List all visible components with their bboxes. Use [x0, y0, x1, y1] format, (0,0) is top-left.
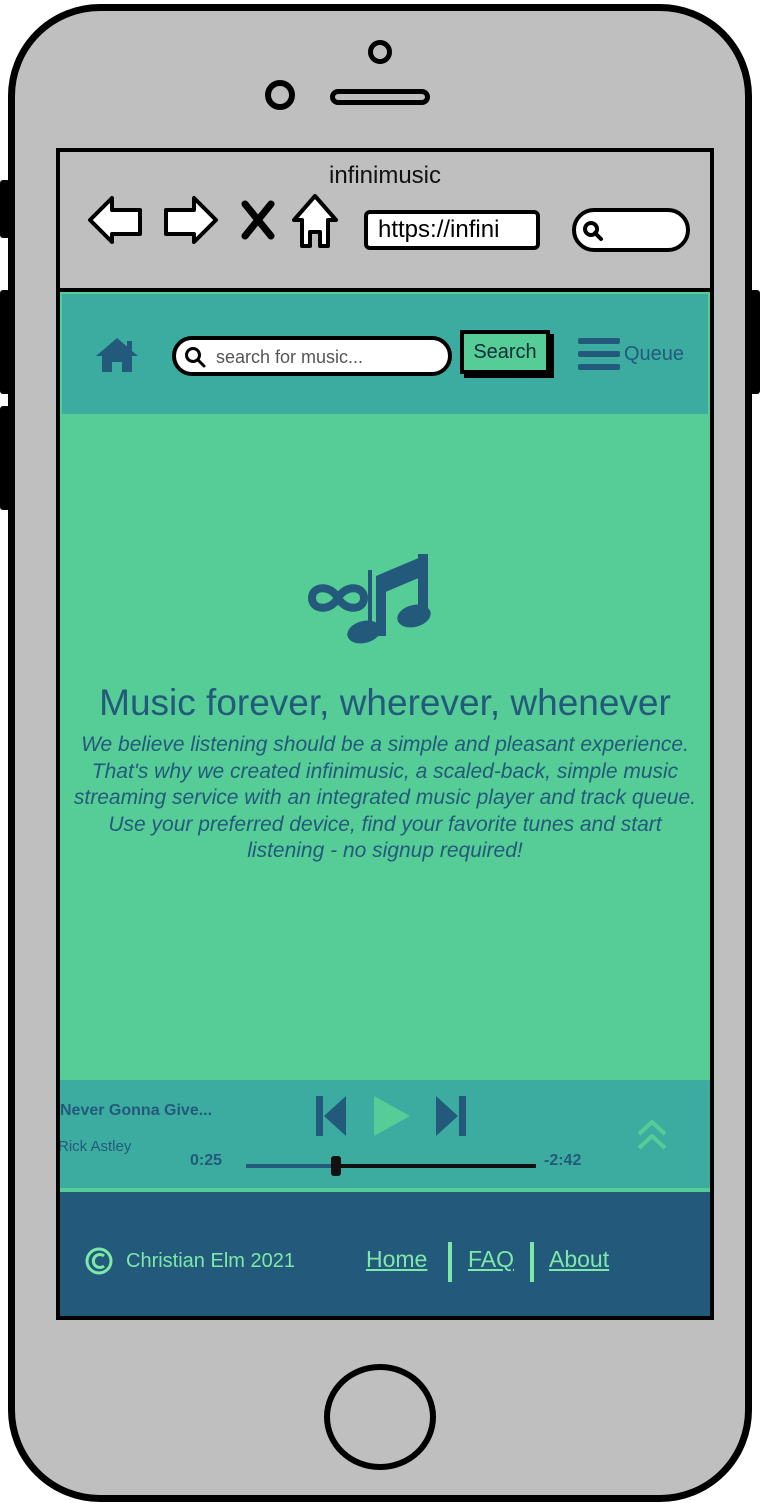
phone-side-button — [0, 180, 10, 238]
expand-up-icon[interactable] — [636, 1118, 668, 1152]
queue-label: Queue — [624, 342, 685, 365]
footer-link-about[interactable]: About — [549, 1246, 609, 1273]
app-header: Search Queue — [62, 294, 708, 414]
footer-link-faq[interactable]: FAQ — [468, 1246, 514, 1273]
play-icon[interactable] — [372, 1094, 412, 1138]
search-button[interactable]: Search — [460, 330, 550, 374]
browser-title: infinimusic — [328, 162, 442, 189]
skip-back-icon[interactable] — [316, 1094, 348, 1138]
phone-side-button — [0, 406, 10, 510]
url-field[interactable]: https://infini — [364, 210, 540, 250]
music-search-field[interactable] — [172, 336, 452, 376]
back-arrow-icon[interactable] — [86, 192, 146, 248]
progress-thumb[interactable] — [330, 1156, 341, 1176]
search-icon — [583, 221, 603, 241]
queue-button[interactable]: Queue — [578, 334, 684, 374]
footer: Christian Elm 2021 Home FAQ About — [60, 1192, 710, 1316]
elapsed-time: 0:25 — [190, 1152, 223, 1169]
music-player: Never Gonna Give... Rick Astley 0:25 -2:… — [60, 1080, 710, 1188]
footer-copyright: Christian Elm 2021 — [126, 1250, 295, 1272]
infinity-music-note-icon — [308, 554, 431, 644]
phone-screen: infinimusic https://infini search for mu… — [56, 148, 714, 1320]
phone-side-button — [0, 290, 10, 394]
close-icon[interactable] — [240, 200, 276, 240]
footer-link-home[interactable]: Home — [366, 1246, 427, 1273]
hamburger-menu-icon — [578, 338, 620, 370]
phone-speaker — [330, 89, 430, 105]
forward-arrow-icon[interactable] — [160, 192, 220, 248]
phone-camera — [265, 80, 295, 110]
skip-forward-icon[interactable] — [434, 1094, 466, 1138]
search-icon — [185, 347, 206, 368]
search-input[interactable] — [214, 340, 448, 374]
home-icon[interactable] — [290, 192, 340, 250]
progress-bar[interactable] — [246, 1156, 536, 1176]
track-artist: Rick Astley — [58, 1138, 132, 1155]
browser-bar: infinimusic https://infini — [60, 152, 710, 292]
browser-search-field[interactable] — [572, 208, 690, 252]
hero-title: Music forever, wherever, whenever — [99, 682, 671, 723]
footer-divider — [530, 1242, 534, 1282]
home-icon[interactable] — [94, 336, 140, 374]
progress-fill — [246, 1164, 336, 1168]
hero-description: We believe listening should be a simple … — [73, 733, 697, 862]
remaining-time: -2:42 — [544, 1152, 582, 1169]
track-title: Never Gonna Give... — [60, 1102, 213, 1119]
footer-divider — [448, 1242, 452, 1282]
phone-sensor — [368, 40, 392, 64]
phone-home-button[interactable] — [324, 1364, 436, 1470]
phone-side-button — [750, 290, 760, 394]
copyright-icon — [85, 1247, 113, 1275]
